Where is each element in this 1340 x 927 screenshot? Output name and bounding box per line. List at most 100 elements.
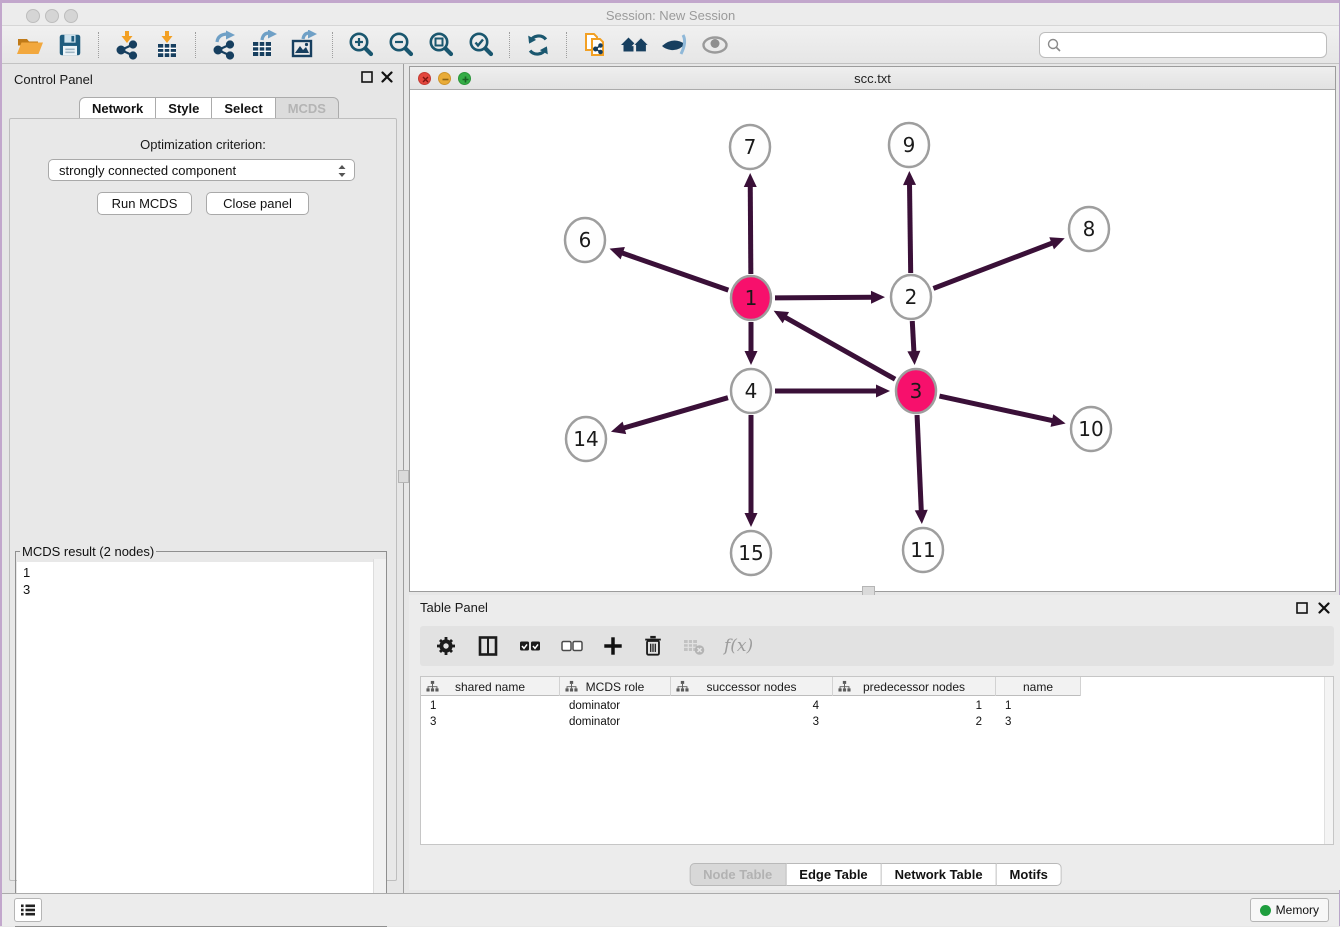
show-all-button[interactable]	[698, 29, 732, 61]
edge-4-14[interactable]	[622, 398, 727, 429]
network-canvas[interactable]: 7968124314101511	[410, 90, 1335, 591]
delete-table-button[interactable]	[682, 635, 706, 657]
edge-2-9[interactable]	[910, 183, 911, 273]
tab-motifs[interactable]: Motifs	[997, 863, 1062, 886]
search-input[interactable]	[1062, 35, 1326, 55]
stepper-icon	[337, 163, 347, 179]
column-label: successor nodes	[706, 680, 796, 694]
toolbar-separator	[566, 32, 567, 58]
plus-icon	[602, 635, 624, 657]
home-fit-button[interactable]	[618, 29, 652, 61]
cell: 1	[833, 698, 996, 714]
zoom-selected-icon	[466, 30, 496, 60]
close-panel-button[interactable]: Close panel	[206, 192, 309, 215]
export-table-button[interactable]	[247, 29, 281, 61]
node-table: shared name MCDS role successor nodes prede…	[420, 676, 1334, 845]
arrowhead	[1051, 414, 1066, 427]
column-label: predecessor nodes	[863, 680, 965, 694]
memory-label: Memory	[1276, 903, 1319, 917]
column-header-shared-name[interactable]: shared name	[421, 677, 560, 696]
tab-select[interactable]: Select	[212, 97, 275, 119]
edge-3-1[interactable]	[784, 317, 895, 380]
result-scrollbar[interactable]	[373, 559, 386, 914]
cell: 1	[996, 698, 1081, 714]
export-table-icon	[249, 30, 279, 60]
save-session-button[interactable]	[53, 29, 87, 61]
window-title: Session: New Session	[2, 8, 1339, 23]
zoom-fit-button[interactable]	[424, 29, 458, 61]
zoom-selected-button[interactable]	[464, 29, 498, 61]
export-image-button[interactable]	[287, 29, 321, 61]
function-builder-button[interactable]: f(x)	[724, 636, 753, 656]
edge-3-10[interactable]	[939, 396, 1053, 421]
select-all-button[interactable]	[518, 637, 542, 655]
tab-node-table[interactable]: Node Table	[689, 863, 786, 886]
checked-boxes-icon	[518, 637, 542, 655]
duplicate-network-icon	[580, 30, 610, 60]
column-header-name[interactable]: name	[996, 677, 1081, 696]
table-scrollbar[interactable]	[1324, 677, 1333, 844]
network-graph[interactable]: 7968124314101511	[410, 90, 1335, 591]
edge-2-3[interactable]	[912, 321, 914, 353]
apply-layout-button[interactable]	[521, 29, 555, 61]
edge-1-7[interactable]	[750, 185, 751, 274]
cell: 2	[833, 714, 996, 730]
memory-button[interactable]: Memory	[1250, 898, 1329, 922]
cell: 1	[421, 698, 560, 714]
columns-icon	[476, 634, 500, 658]
attribute-icon	[565, 680, 578, 693]
zoom-out-button[interactable]	[384, 29, 418, 61]
add-column-button[interactable]	[602, 635, 624, 657]
export-network-button[interactable]	[207, 29, 241, 61]
import-network-icon	[112, 30, 142, 60]
eye-slash-icon	[659, 30, 691, 60]
export-network-icon	[209, 30, 239, 60]
tab-mcds[interactable]: MCDS	[276, 97, 339, 119]
column-header-predecessor-nodes[interactable]: predecessor nodes	[833, 677, 996, 696]
hide-selected-button[interactable]	[658, 29, 692, 61]
import-network-button[interactable]	[110, 29, 144, 61]
column-header-successor-nodes[interactable]: successor nodes	[671, 677, 833, 696]
tab-network-table[interactable]: Network Table	[882, 863, 997, 886]
close-table-panel-icon[interactable]	[1318, 602, 1330, 614]
panel-divider-handle[interactable]	[398, 470, 409, 483]
deselect-all-button[interactable]	[560, 637, 584, 655]
tab-edge-table[interactable]: Edge Table	[786, 863, 881, 886]
edge-1-6[interactable]	[621, 253, 728, 291]
optimization-criterion-label: Optimization criterion:	[10, 137, 396, 152]
main-toolbar	[2, 26, 1339, 64]
close-panel-icon[interactable]	[381, 71, 393, 83]
table-settings-button[interactable]	[434, 634, 458, 658]
edge-2-8[interactable]	[933, 243, 1053, 289]
table-row[interactable]: 3dominator323	[421, 714, 1081, 730]
toolbar-separator	[98, 32, 99, 58]
mcds-result-list[interactable]: 13	[17, 562, 385, 913]
criterion-dropdown[interactable]: strongly connected component	[48, 159, 355, 181]
attribute-icon	[676, 680, 689, 693]
trash-icon	[642, 634, 664, 658]
edge-1-2[interactable]	[775, 297, 873, 298]
column-visibility-button[interactable]	[476, 634, 500, 658]
export-image-icon	[289, 30, 319, 60]
attribute-icon	[838, 680, 851, 693]
duplicate-view-button[interactable]	[578, 29, 612, 61]
status-bar: Memory	[2, 893, 1339, 926]
open-session-button[interactable]	[13, 29, 47, 61]
unchecked-boxes-icon	[560, 637, 584, 655]
network-title: scc.txt	[410, 71, 1335, 86]
column-header-MCDS-role[interactable]: MCDS role	[560, 677, 671, 696]
tab-network[interactable]: Network	[79, 97, 156, 119]
mcds-result-line: 1	[23, 564, 385, 581]
import-table-button[interactable]	[150, 29, 184, 61]
run-mcds-button[interactable]: Run MCDS	[97, 192, 192, 215]
task-history-button[interactable]	[14, 898, 42, 922]
float-panel-icon[interactable]	[361, 71, 373, 83]
node-label-3: 3	[910, 379, 923, 403]
zoom-in-button[interactable]	[344, 29, 378, 61]
edge-3-11[interactable]	[917, 415, 921, 512]
delete-column-button[interactable]	[642, 634, 664, 658]
column-label: MCDS role	[586, 680, 645, 694]
float-table-panel-icon[interactable]	[1296, 602, 1308, 614]
tab-style[interactable]: Style	[156, 97, 212, 119]
table-row[interactable]: 1dominator411	[421, 698, 1081, 714]
